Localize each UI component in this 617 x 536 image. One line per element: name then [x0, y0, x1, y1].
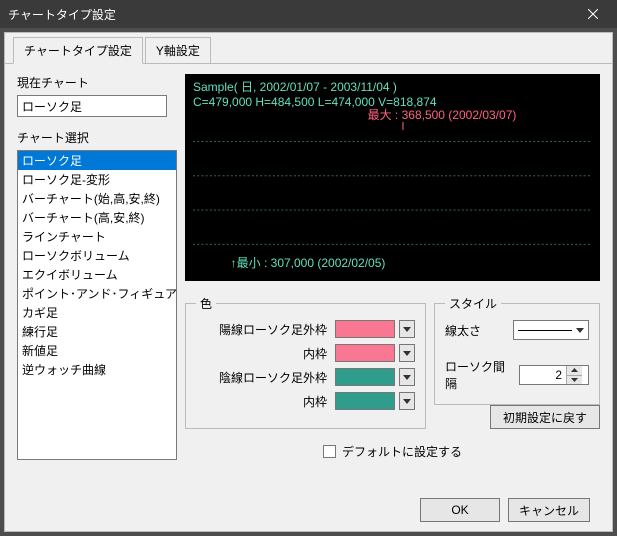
- down-inner-label: 内枠: [196, 393, 331, 410]
- current-chart-label: 現在チャート: [17, 74, 177, 91]
- chart-type-item[interactable]: バーチャート(始,高,安,終): [18, 189, 176, 208]
- down-inner-color[interactable]: [335, 392, 395, 410]
- chart-type-item[interactable]: カギ足: [18, 303, 176, 322]
- down-outer-dropdown[interactable]: [399, 368, 415, 386]
- chart-type-item[interactable]: 新値足: [18, 341, 176, 360]
- chart-type-item[interactable]: 練行足: [18, 322, 176, 341]
- candle-spacing-spinner[interactable]: [519, 365, 589, 385]
- up-outer-dropdown[interactable]: [399, 320, 415, 338]
- restore-defaults-button[interactable]: 初期設定に戻す: [490, 405, 600, 429]
- chart-type-item[interactable]: ポイント･アンド･フィギュア: [18, 284, 176, 303]
- style-legend: スタイル: [445, 295, 501, 312]
- up-outer-label: 陽線ローソク足外枠: [196, 321, 331, 338]
- window-title: チャートタイプ設定: [8, 6, 116, 23]
- up-inner-label: 内枠: [196, 345, 331, 362]
- chart-type-item[interactable]: ローソクボリューム: [18, 246, 176, 265]
- chart-select-label: チャート選択: [17, 129, 177, 146]
- down-inner-dropdown[interactable]: [399, 392, 415, 410]
- tab-y-axis[interactable]: Y軸設定: [145, 37, 211, 63]
- color-legend: 色: [196, 295, 216, 312]
- current-chart-field[interactable]: ローソク足: [17, 95, 167, 117]
- set-default-checkbox[interactable]: [323, 445, 336, 458]
- style-group: スタイル 線太さ ローソク間隔: [434, 295, 600, 405]
- preview-title-line: Sample( 日, 2002/01/07 - 2003/11/04 ): [193, 78, 592, 95]
- chart-type-item[interactable]: 逆ウォッチ曲線: [18, 360, 176, 379]
- up-inner-dropdown[interactable]: [399, 344, 415, 362]
- cancel-button[interactable]: キャンセル: [508, 498, 590, 522]
- set-default-label: デフォルトに設定する: [342, 443, 462, 460]
- chart-preview: Sample( 日, 2002/01/07 - 2003/11/04 ) C=4…: [185, 74, 600, 281]
- tab-bar: チャートタイプ設定 Y軸設定: [5, 33, 612, 64]
- line-thickness-select[interactable]: [513, 320, 589, 340]
- ok-button[interactable]: OK: [420, 498, 500, 522]
- candle-spacing-label: ローソク間隔: [445, 358, 507, 392]
- spin-down[interactable]: [567, 376, 582, 385]
- tab-chart-type[interactable]: チャートタイプ設定: [13, 37, 143, 64]
- line-thickness-label: 線太さ: [445, 322, 507, 339]
- chart-type-item[interactable]: バーチャート(高,安,終): [18, 208, 176, 227]
- spin-up[interactable]: [567, 366, 582, 376]
- title-bar: チャートタイプ設定: [0, 0, 617, 28]
- preview-max-label: 最大 : 368,500 (2002/03/07): [368, 106, 517, 123]
- down-outer-color[interactable]: [335, 368, 395, 386]
- close-button[interactable]: [577, 2, 609, 26]
- up-inner-color[interactable]: [335, 344, 395, 362]
- chart-type-list[interactable]: ローソク足ローソク足-変形バーチャート(始,高,安,終)バーチャート(高,安,終…: [17, 150, 177, 460]
- up-outer-color[interactable]: [335, 320, 395, 338]
- chart-type-item[interactable]: ローソク足-変形: [18, 170, 176, 189]
- down-outer-label: 陰線ローソク足外枠: [196, 369, 331, 386]
- chart-type-item[interactable]: エクイボリューム: [18, 265, 176, 284]
- candle-spacing-input[interactable]: [520, 366, 566, 384]
- chart-type-item[interactable]: ラインチャート: [18, 227, 176, 246]
- color-group: 色 陽線ローソク足外枠 内枠: [185, 295, 426, 429]
- chart-type-item[interactable]: ローソク足: [18, 151, 176, 170]
